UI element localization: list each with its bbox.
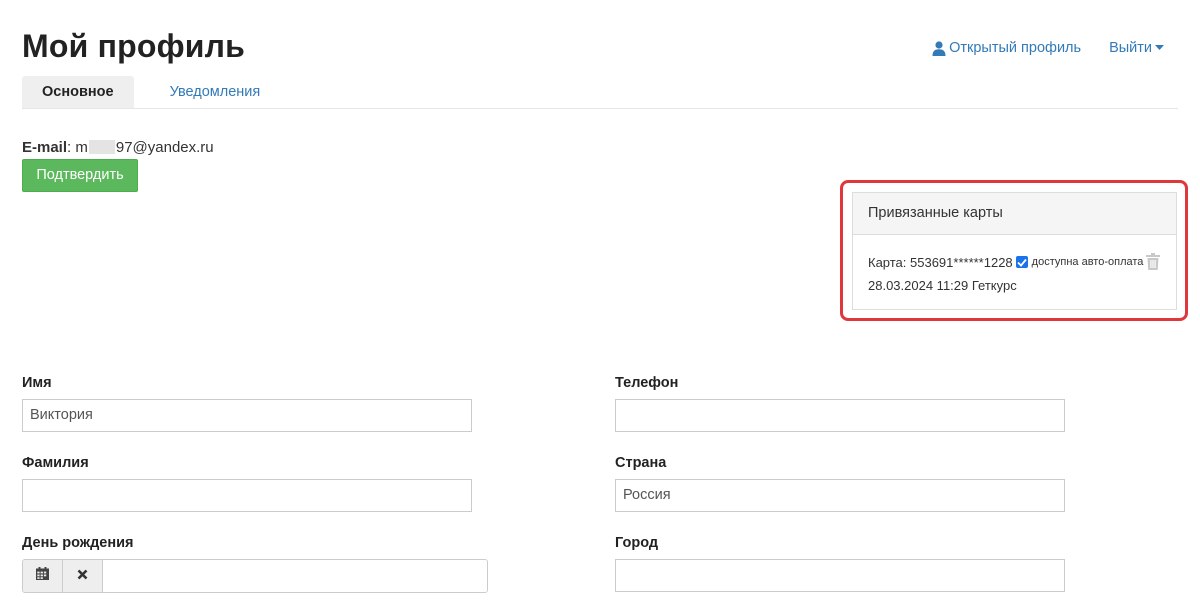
city-input[interactable]	[615, 559, 1065, 592]
birthday-label: День рождения	[22, 535, 134, 551]
last-name-label: Фамилия	[22, 455, 89, 471]
linked-cards-title: Привязанные карты	[853, 193, 1176, 235]
checkbox-checked-icon[interactable]	[1015, 256, 1028, 268]
card-date-line: 28.03.2024 11:29 Геткурс	[868, 278, 1017, 293]
city-label: Город	[615, 535, 659, 551]
tab-main[interactable]: Основное	[22, 76, 134, 108]
tab-notifications[interactable]: Уведомления	[150, 76, 281, 108]
phone-label: Телефон	[615, 375, 679, 391]
caret-down-icon	[1155, 45, 1164, 51]
autopay-label: доступна авто-оплата	[1031, 256, 1144, 268]
profile-page: Мой профиль Открытый профиль Выйти Основ…	[0, 0, 1200, 611]
email-value-suffix: 97@yandex.ru	[115, 139, 214, 156]
calendar-icon	[36, 567, 49, 585]
card-number: Карта: 553691******1228	[868, 254, 1013, 270]
phone-input[interactable]	[615, 399, 1065, 432]
first-name-input[interactable]: Виктория	[22, 399, 472, 432]
email-value-prefix: m	[75, 139, 88, 156]
email-mask	[88, 140, 115, 154]
close-icon	[77, 567, 88, 585]
linked-cards-panel: Привязанные карты Карта: 553691******122…	[852, 192, 1177, 310]
email-line: E-mail: m 97@yandex.ru	[22, 139, 214, 156]
public-profile-label: Открытый профиль	[949, 40, 1082, 56]
public-profile-link[interactable]: Открытый профиль	[932, 40, 1081, 56]
clear-date-button[interactable]	[63, 560, 103, 592]
logout-label: Выйти	[1109, 40, 1152, 56]
trash-icon[interactable]	[1146, 253, 1160, 273]
linked-card-item: Карта: 553691******1228 доступна авто-оп…	[853, 235, 1176, 294]
country-label: Страна	[615, 455, 667, 471]
email-label: E-mail	[22, 139, 68, 156]
page-title: Мой профиль	[22, 28, 246, 64]
first-name-label: Имя	[22, 375, 52, 391]
birthday-input[interactable]	[103, 560, 487, 592]
country-input[interactable]: Россия	[615, 479, 1065, 512]
confirm-email-button[interactable]: Подтвердить	[22, 159, 138, 192]
logout-dropdown[interactable]: Выйти	[1109, 40, 1164, 56]
birthday-picker	[22, 559, 488, 593]
user-icon	[932, 40, 946, 56]
calendar-button[interactable]	[23, 560, 63, 592]
profile-tabs: Основное Уведомления	[22, 76, 1178, 109]
top-nav: Открытый профиль Выйти	[932, 40, 1164, 56]
card-row: Карта: 553691******1228 доступна авто-оп…	[868, 254, 1176, 270]
last-name-input[interactable]	[22, 479, 472, 512]
